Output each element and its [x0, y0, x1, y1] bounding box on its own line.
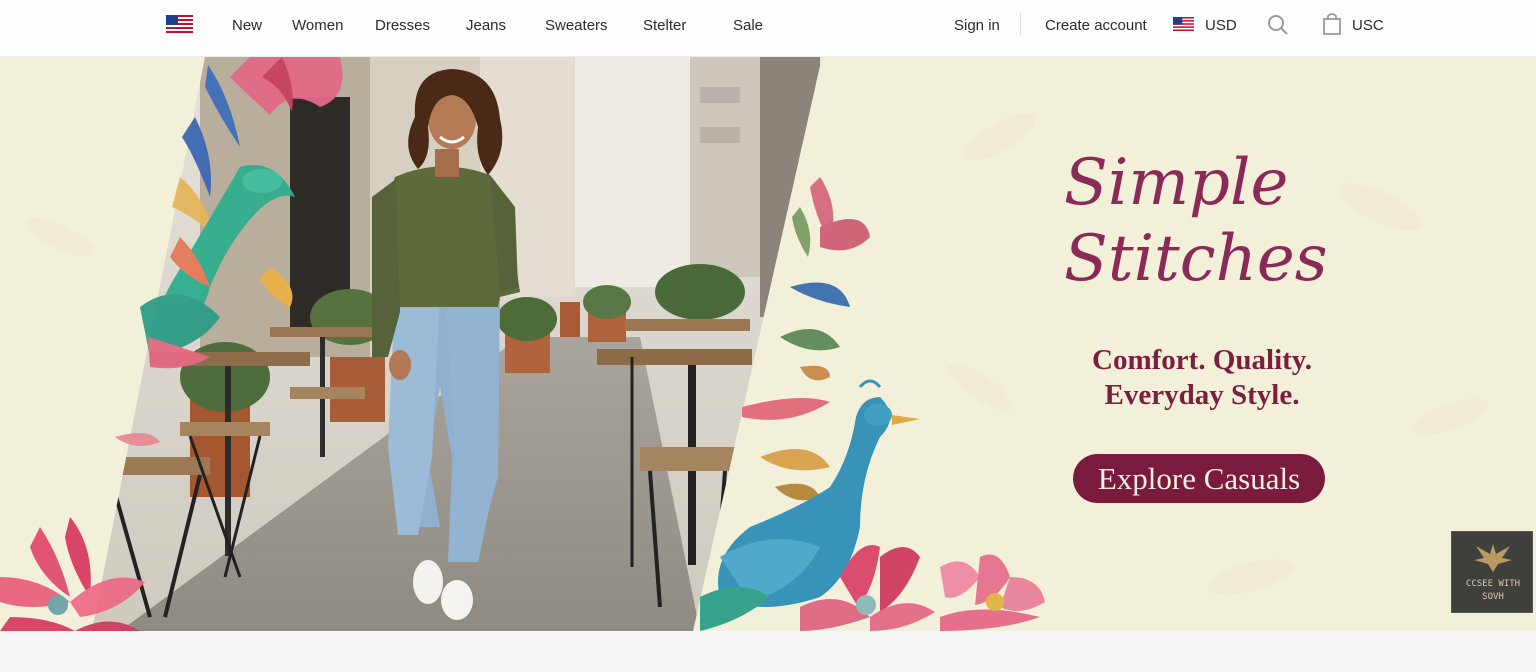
nav-jeans[interactable]: Jeans	[466, 17, 506, 34]
hero-banner: Simple Stitches Comfort. Quality. Everyd…	[0, 57, 1536, 631]
bag-label[interactable]: USC	[1352, 17, 1384, 34]
nav-sweaters[interactable]: Sweaters	[545, 17, 608, 34]
shopping-bag-icon[interactable]	[1322, 12, 1342, 36]
hero-title-line-2: Stitches	[1064, 222, 1328, 296]
page-bottom-strip	[0, 631, 1536, 672]
eagle-logo-icon	[1474, 544, 1512, 572]
watermark-line-1: CCSEE WITH	[1465, 579, 1521, 589]
create-account-link[interactable]: Create account	[1045, 17, 1147, 34]
explore-casuals-button[interactable]: Explore Casuals	[1073, 454, 1325, 503]
nav-sale[interactable]: Sale	[733, 17, 763, 34]
hero-tagline-line-2: Everyday Style.	[1104, 379, 1300, 411]
hero-title-line-1: Simple	[1064, 146, 1289, 220]
watermark-line-2: SOVH	[1482, 592, 1504, 602]
sign-in-link[interactable]: Sign in	[954, 17, 1000, 34]
nav-divider	[1020, 13, 1021, 35]
watermark-text: CCSEE WITH SOVH	[1452, 578, 1534, 604]
hero-title: Simple Stitches	[1064, 145, 1328, 297]
nav-stelter[interactable]: Stelter	[643, 17, 686, 34]
watermark-badge: CCSEE WITH SOVH	[1451, 531, 1533, 613]
hero-tagline-line-1: Comfort. Quality.	[1092, 344, 1312, 376]
nav-dresses[interactable]: Dresses	[375, 17, 430, 34]
search-icon[interactable]	[1267, 14, 1289, 36]
top-navigation: New Women Dresses Jeans Sweaters Stelter…	[0, 0, 1536, 57]
nav-women[interactable]: Women	[292, 17, 343, 34]
hero-tagline: Comfort. Quality. Everyday Style.	[1070, 343, 1334, 413]
nav-new[interactable]: New	[232, 17, 262, 34]
us-flag-icon[interactable]	[1173, 17, 1194, 31]
currency-selector[interactable]: USD	[1205, 17, 1237, 34]
us-flag-icon[interactable]	[166, 15, 193, 33]
